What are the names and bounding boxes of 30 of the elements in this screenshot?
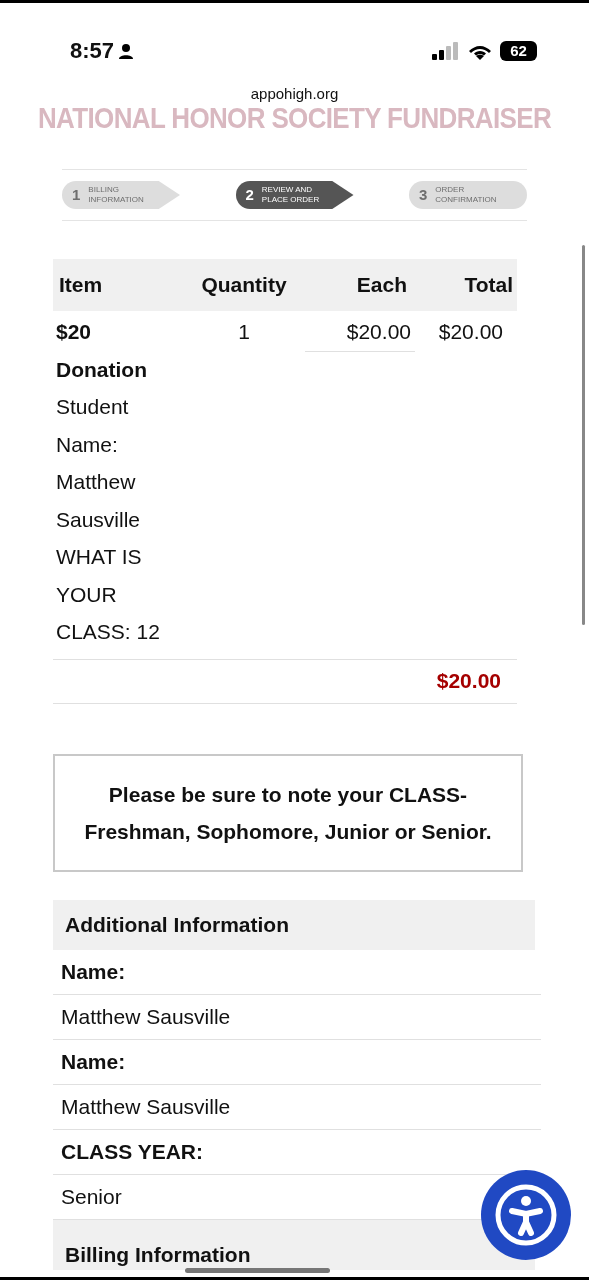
notice-box: Please be sure to note your CLASS- Freshman, Sophomore, Junior or Senior. [53,753,523,872]
column-header: Quantity [200,272,288,299]
status-time: 8:57 [70,37,115,65]
column-header: Total [463,272,514,299]
person-icon [118,42,135,59]
item-details: Student Name: Matthew Sausville WHAT IS YOUR CLASS: 12 [56,394,161,645]
price-cell: $20.00 [305,311,415,352]
step-number: 1 [72,184,81,205]
step-number: 3 [419,184,428,205]
quantity-cell-text: 1 [237,319,251,345]
field-value: Matthew Sausville [61,1093,231,1120]
step-label: BILLING INFORMATION [88,185,144,205]
field-value: Matthew Sausville [61,1003,231,1030]
accessibility-icon [495,1184,557,1246]
item-name: $20 Donation [56,319,148,383]
field-label: Name: [53,1039,541,1085]
url-label: appohigh.org [250,85,339,103]
section-header: Additional Information [53,899,535,950]
battery-indicator: 62 [500,40,537,61]
step-number: 2 [245,184,254,205]
column-header: Each [355,272,408,299]
grand-total: $20.00 [436,668,501,695]
signal-icon [432,41,460,60]
field-value: Senior [61,1183,122,1210]
field-label: Name: [53,949,541,995]
total-cell-text: $20.00 [437,319,504,345]
page-title: NATIONAL HONOR SOCIETY FUNDRAISER [38,101,551,135]
step-label: ORDER CONFIRMATION [435,185,497,205]
step-label: REVIEW AND PLACE ORDER [261,185,320,205]
column-header: Item [58,272,104,299]
